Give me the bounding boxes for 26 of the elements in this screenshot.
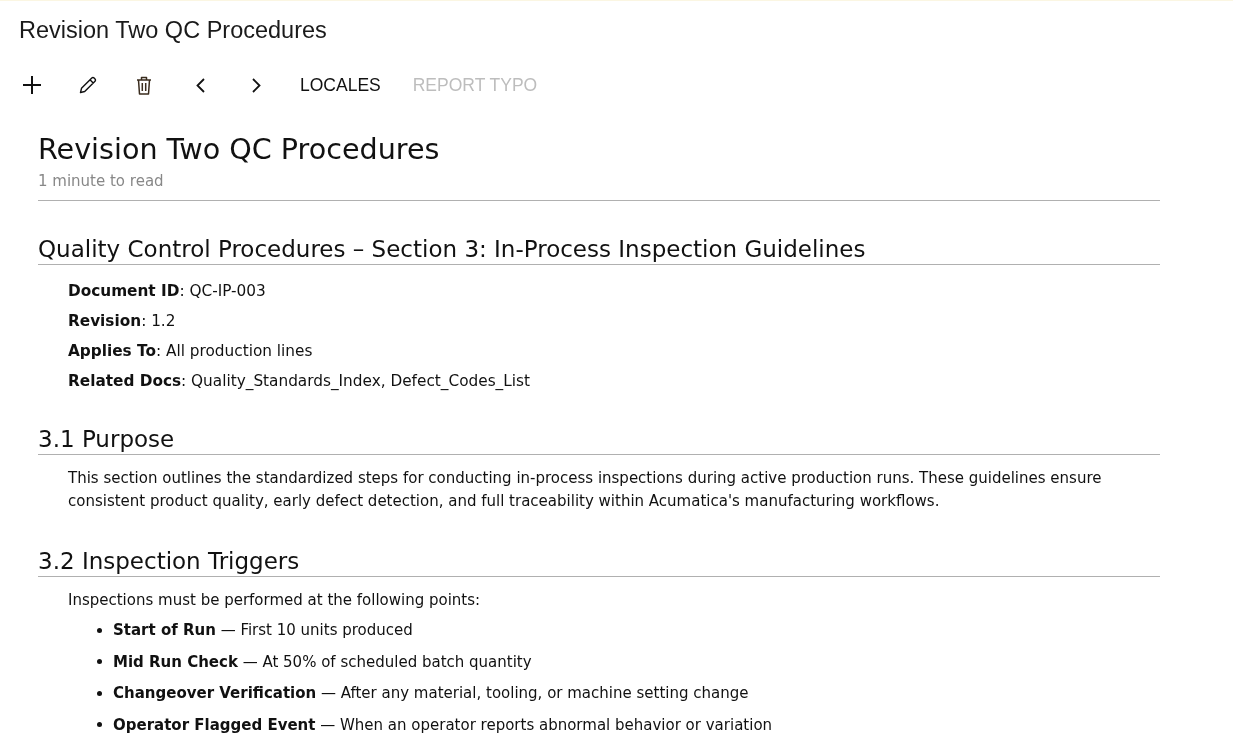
pencil-icon <box>79 76 97 94</box>
plus-icon <box>22 75 42 95</box>
list-item-text: Start of Run — First 10 units produced <box>113 620 413 640</box>
section-heading: Quality Control Procedures – Section 3: In-Process Inspection Guidelines <box>38 234 1160 265</box>
page-title: Revision Two QC Procedures <box>19 17 327 44</box>
bullet-icon <box>97 627 102 633</box>
article-title: Revision Two QC Procedures <box>38 132 441 166</box>
chevron-left-icon <box>195 77 205 93</box>
metadata-line: Applies To: All production lines <box>68 341 314 361</box>
metadata-line: Document ID: QC-IP-003 <box>68 281 267 301</box>
metadata-line: Related Docs: Quality_Standards_Index, Defect_Codes_List <box>68 371 531 391</box>
toolbar-button[interactable]: LOCALES <box>292 66 389 104</box>
read-time: 1 minute to read <box>38 171 165 191</box>
paragraph: Inspections must be performed at the following points: <box>67 590 482 611</box>
paragraph: This section outlines the standardized steps for conducting in-process inspections during active production runs. These guidelines ensure consistent product quality, early defect detection, and full traceability within Acumatica's manufacturing workflows. <box>67 468 1103 512</box>
section-heading: 3.1 Purpose <box>38 424 1160 455</box>
bullet-icon <box>97 690 102 696</box>
list-item-text: Mid Run Check — At 50% of scheduled batch quantity <box>113 651 532 672</box>
chevron-right-icon <box>251 77 261 93</box>
bullet-icon <box>97 722 102 727</box>
bullet-icon <box>97 659 102 664</box>
trash-icon <box>136 75 152 95</box>
metadata-line: Revision: 1.2 <box>68 311 177 331</box>
list-item-text: Operator Flagged Event — When an operator reports abnormal behavior or variation <box>113 714 773 735</box>
section-heading: 3.2 Inspection Triggers <box>38 546 1160 577</box>
list-item-text: Changeover Verification — After any material, tooling, or machine setting change <box>113 683 749 703</box>
